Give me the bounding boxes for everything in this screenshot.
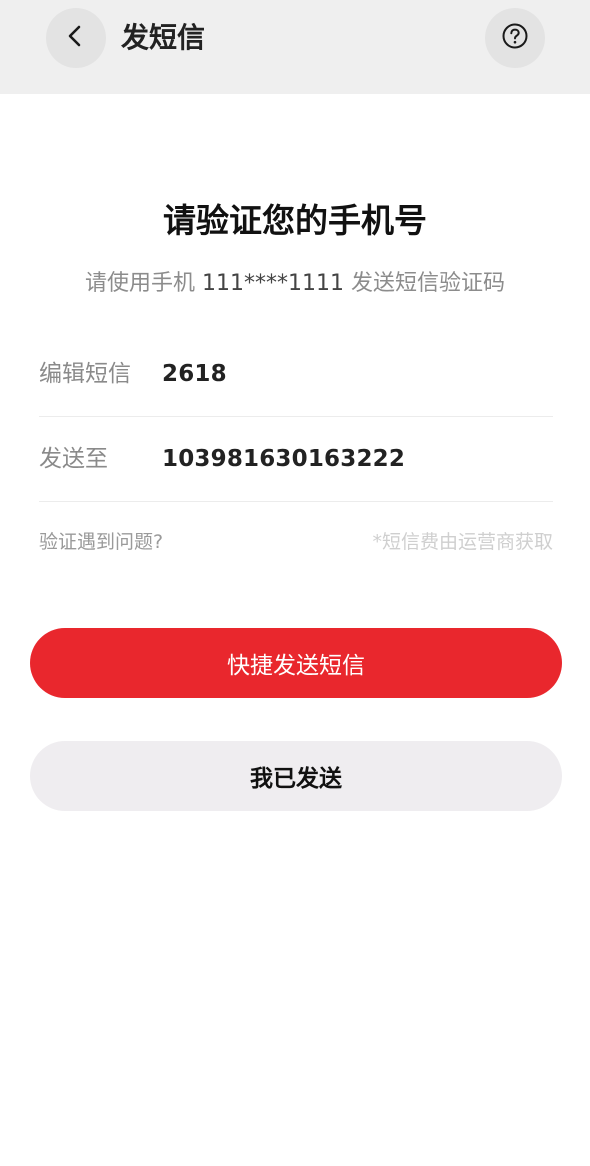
page-title: 发短信 — [121, 21, 206, 54]
quick-send-sms-button[interactable]: 快捷发送短信 — [30, 628, 562, 698]
sms-fee-note: *短信费由运营商获取 — [372, 531, 553, 553]
back-button[interactable] — [46, 8, 106, 68]
top-app-bar: 发短信 — [0, 0, 590, 94]
already-sent-button[interactable]: 我已发送 — [30, 741, 562, 811]
sms-content-value: 2618 — [162, 361, 227, 387]
send-to-row: 发送至 103981630163222 — [39, 417, 553, 502]
subtitle-prefix: 请使用手机 — [84, 271, 195, 296]
verification-help-link[interactable]: 验证遇到问题? — [39, 528, 163, 556]
verify-instructions: 请使用手机 111****1111 发送短信验证码 — [0, 268, 590, 300]
masked-phone-number: 111****1111 — [202, 271, 344, 296]
help-button[interactable] — [485, 8, 545, 68]
chevron-left-icon — [63, 23, 89, 53]
verify-phone-title: 请验证您的手机号 — [163, 201, 427, 240]
subtitle-suffix: 发送短信验证码 — [350, 271, 505, 296]
sms-content-row: 编辑短信 2618 — [39, 332, 553, 417]
send-to-value: 103981630163222 — [162, 446, 406, 472]
question-circle-icon — [501, 22, 529, 54]
send-to-label: 发送至 — [39, 446, 108, 472]
sms-content-label: 编辑短信 — [39, 361, 131, 387]
